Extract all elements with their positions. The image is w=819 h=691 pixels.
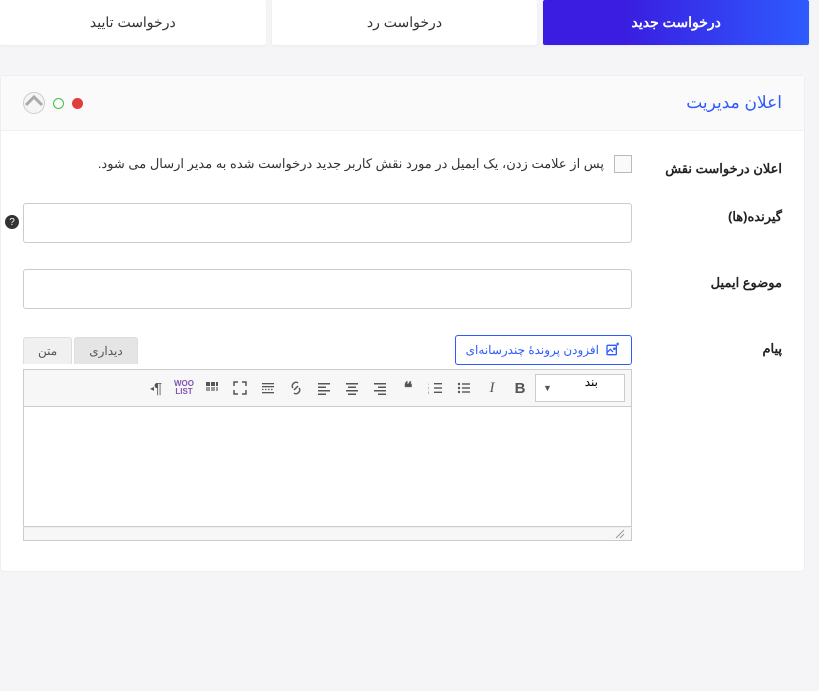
- form-body: اعلان درخواست نقش پس از علامت زدن، یک ای…: [1, 131, 804, 571]
- bulleted-list-button[interactable]: [451, 375, 477, 401]
- svg-text:3: 3: [428, 390, 430, 395]
- resize-grip-icon: [615, 529, 625, 539]
- window-dots: [23, 92, 83, 114]
- chevron-up-icon: [24, 93, 44, 113]
- numbered-list-button[interactable]: 123: [423, 375, 449, 401]
- field-recipients: ?: [23, 203, 632, 243]
- editor-mode-tabs: دیداری متن: [23, 337, 138, 364]
- tab-approve-label: درخواست تایید: [90, 14, 176, 30]
- tabs-nav: درخواست جدید درخواست رد درخواست تایید: [0, 0, 819, 45]
- help-icon[interactable]: ?: [5, 215, 19, 229]
- tab-approve-request[interactable]: درخواست تایید: [0, 0, 266, 45]
- field-role-notify: پس از علامت زدن، یک ایمیل در مورد نقش کا…: [23, 155, 632, 173]
- label-role-notify: اعلان درخواست نقش: [632, 155, 782, 177]
- resize-handle[interactable]: [23, 527, 632, 541]
- blockquote-button[interactable]: ❝: [395, 375, 421, 401]
- align-center-button[interactable]: [339, 375, 365, 401]
- align-left-button[interactable]: [311, 375, 337, 401]
- add-media-button[interactable]: افزودن پروندهٔ چندرسانه‌ای: [455, 335, 632, 365]
- checkbox-role-notify[interactable]: [614, 155, 632, 173]
- editor-tab-text[interactable]: متن: [23, 337, 72, 364]
- tab-new-label: درخواست جدید: [631, 14, 720, 30]
- woo-icon: WOOLIST: [174, 380, 194, 396]
- dot-red-icon: [72, 98, 83, 109]
- woo-shortcodes-button[interactable]: WOOLIST: [171, 375, 197, 401]
- format-select-label: بند: [585, 375, 598, 389]
- row-message: پیام افزودن پروندهٔ چندرسانه‌ای دیداری م…: [23, 335, 782, 541]
- label-message: پیام: [632, 335, 782, 357]
- editor-content[interactable]: [23, 407, 632, 527]
- settings-panel: اعلان مدیریت اعلان درخواست نقش پس از علا…: [0, 75, 805, 572]
- insert-more-button[interactable]: [255, 375, 281, 401]
- input-recipients[interactable]: [23, 203, 632, 243]
- tab-reject-request[interactable]: درخواست رد: [272, 0, 538, 45]
- row-role-notify: اعلان درخواست نقش پس از علامت زدن، یک ای…: [23, 155, 782, 177]
- row-recipients: گیرنده(ها) ?: [23, 203, 782, 243]
- media-icon: [605, 342, 621, 358]
- label-recipients: گیرنده(ها): [632, 203, 782, 225]
- panel-title: اعلان مدیریت: [686, 93, 782, 113]
- editor-tab-text-label: متن: [38, 344, 57, 358]
- dot-green-icon: [53, 98, 64, 109]
- editor-tab-visual[interactable]: دیداری: [74, 337, 138, 364]
- panel-header: اعلان مدیریت: [1, 76, 804, 131]
- input-subject[interactable]: [23, 269, 632, 309]
- collapse-button[interactable]: [23, 92, 45, 114]
- editor-wrap: افزودن پروندهٔ چندرسانه‌ای دیداری متن بن…: [23, 335, 632, 541]
- desc-role-notify: پس از علامت زدن، یک ایمیل در مورد نقش کا…: [98, 156, 604, 172]
- editor-toolbar: بند ▼ B I 123 ❝ WOOLIST ¶◂: [23, 369, 632, 407]
- label-subject: موضوع ایمیل: [632, 269, 782, 291]
- fullscreen-button[interactable]: [227, 375, 253, 401]
- format-select-wrap: بند ▼: [535, 374, 625, 402]
- toolbar-toggle-button[interactable]: [199, 375, 225, 401]
- row-subject: موضوع ایمیل: [23, 269, 782, 309]
- add-media-label: افزودن پروندهٔ چندرسانه‌ای: [466, 343, 599, 357]
- bold-button[interactable]: B: [507, 375, 533, 401]
- tab-reject-label: درخواست رد: [367, 14, 442, 30]
- align-right-button[interactable]: [367, 375, 393, 401]
- editor-tab-visual-label: دیداری: [89, 344, 123, 358]
- field-subject: [23, 269, 632, 309]
- format-select[interactable]: بند: [535, 374, 625, 402]
- editor-topbar: افزودن پروندهٔ چندرسانه‌ای دیداری متن: [23, 335, 632, 365]
- link-button[interactable]: [283, 375, 309, 401]
- italic-button[interactable]: I: [479, 375, 505, 401]
- tab-new-request[interactable]: درخواست جدید: [543, 0, 809, 45]
- paragraph-direction-button[interactable]: ¶◂: [143, 375, 169, 401]
